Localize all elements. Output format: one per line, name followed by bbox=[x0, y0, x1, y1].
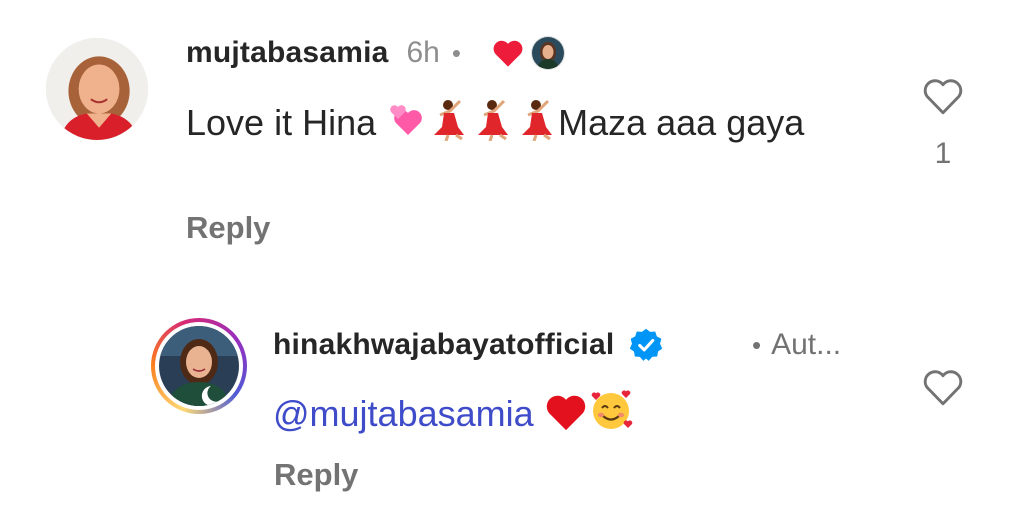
reply-button[interactable]: Reply bbox=[274, 457, 358, 493]
comment-text-start: Love it Hina bbox=[186, 102, 387, 143]
reply-header: hinakhwajabayatofficial bbox=[273, 322, 664, 368]
separator-dot: • bbox=[451, 37, 461, 68]
comments-section: mujtabasamia 6h • Love it Hina Maza aaa … bbox=[0, 0, 1024, 518]
comment-header: mujtabasamia 6h • bbox=[186, 30, 565, 76]
woman-dancing-emoji bbox=[514, 97, 558, 141]
verified-badge-icon bbox=[628, 327, 664, 363]
avatar-hinakhwajabayatofficial[interactable] bbox=[159, 326, 239, 406]
author-tag: • Aut... bbox=[752, 322, 841, 368]
reply-button[interactable]: Reply bbox=[186, 210, 270, 246]
mention-link[interactable]: @mujtabasamia bbox=[273, 393, 534, 434]
woman-dancing-emoji bbox=[426, 97, 470, 141]
like-count[interactable]: 1 bbox=[930, 137, 956, 171]
two-hearts-emoji bbox=[386, 101, 426, 141]
comment-username[interactable]: mujtabasamia bbox=[186, 36, 388, 70]
reply-username[interactable]: hinakhwajabayatofficial bbox=[273, 328, 614, 362]
woman-dancing-emoji bbox=[470, 97, 514, 141]
author-label: Aut... bbox=[771, 328, 842, 361]
story-ring[interactable] bbox=[151, 318, 247, 414]
like-heart-icon[interactable] bbox=[921, 76, 965, 116]
comment-timestamp: 6h bbox=[406, 36, 440, 69]
separator-dot: • bbox=[752, 329, 762, 360]
red-heart-emoji bbox=[544, 392, 588, 432]
liked-by-author-heart-icon bbox=[491, 38, 525, 68]
comment-text-end: Maza aaa gaya bbox=[558, 102, 805, 143]
avatar-mujtabasamia[interactable] bbox=[46, 38, 148, 140]
like-heart-icon[interactable] bbox=[921, 367, 965, 407]
comment-body: Love it Hina Maza aaa gaya bbox=[186, 97, 806, 147]
author-mini-avatar bbox=[530, 36, 565, 70]
reply-body: @mujtabasamia bbox=[273, 388, 793, 438]
smiling-face-with-hearts-emoji bbox=[588, 388, 634, 432]
